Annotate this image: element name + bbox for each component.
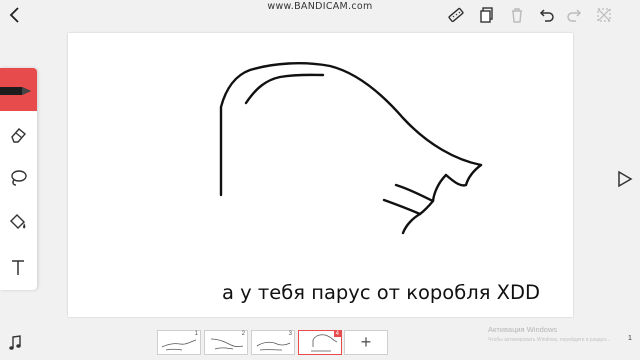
pen-icon [0, 87, 31, 95]
music-note-icon[interactable] [7, 334, 23, 352]
windows-activation-title: Активация Windows [488, 325, 558, 334]
copy-icon[interactable] [478, 6, 496, 24]
frame-number: 1 [194, 331, 198, 337]
sail-drawing [219, 62, 483, 235]
redo-icon[interactable] [566, 6, 584, 24]
frame-number: 2 [241, 331, 245, 337]
add-frame-button[interactable]: + [344, 330, 388, 355]
drawing-canvas[interactable]: а у тебя парус от коробля XDD [68, 33, 573, 317]
frame-thumbnail[interactable]: 3 [251, 330, 295, 355]
grid-icon[interactable] [595, 6, 613, 24]
frame-thumbnail[interactable]: 1 [157, 330, 201, 355]
play-icon[interactable] [617, 170, 633, 188]
windows-activation-notice: Активация Windows Чтобы активировать Win… [488, 325, 610, 345]
frame-number: 3 [288, 331, 292, 337]
text-icon[interactable] [8, 258, 28, 278]
frame-number: 4 [333, 331, 341, 337]
top-toolbar: www.BANDICAM.com [0, 0, 640, 30]
undo-icon[interactable] [537, 6, 555, 24]
frame-thumbnail[interactable]: 2 [204, 330, 248, 355]
caption-text: а у тебя парус от коробля XDD [222, 281, 541, 304]
pen-tool-button[interactable] [0, 68, 37, 111]
frame-thumbnail-active[interactable]: 4 [298, 330, 342, 355]
eraser-icon[interactable] [8, 124, 28, 144]
ruler-icon[interactable] [447, 6, 465, 24]
frame-counter: 1 [628, 335, 632, 342]
fill-bucket-icon[interactable] [8, 212, 28, 232]
lasso-icon[interactable] [8, 168, 28, 188]
trash-icon[interactable] [508, 6, 526, 24]
windows-activation-subtitle: Чтобы активировать Windows, перейдите в … [488, 337, 611, 343]
